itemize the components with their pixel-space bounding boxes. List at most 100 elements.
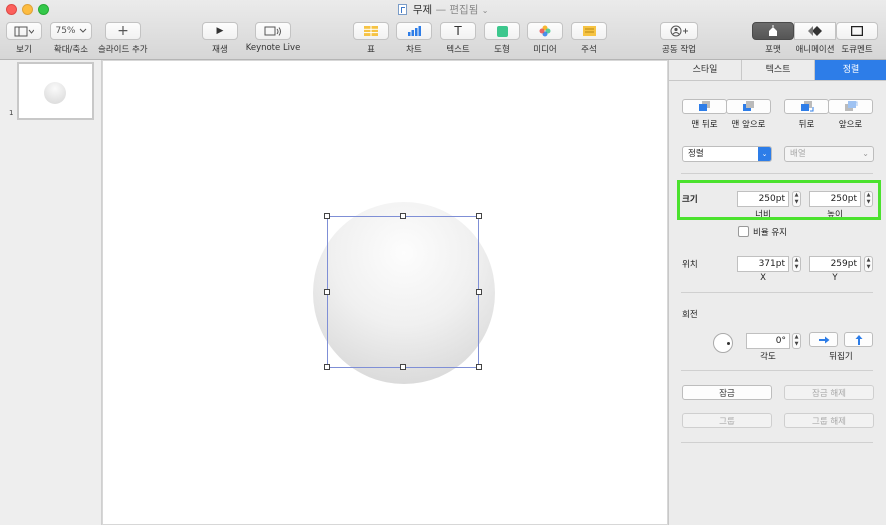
document-menu[interactable]: 도큐멘트 [836,22,878,55]
keynote-document-icon [397,4,407,15]
divider [681,173,873,174]
media-button[interactable] [527,22,563,40]
send-to-back-label: 맨 뒤로 [691,120,718,130]
thumbnail-sphere [44,82,66,104]
chevron-down-icon [79,28,86,33]
view-menu[interactable]: 보기 [6,22,42,55]
resize-handle-right[interactable] [476,289,482,295]
text-label: 텍스트 [446,45,470,55]
animate-icon [808,26,822,36]
resize-handle-bottom-right[interactable] [476,364,482,370]
bring-to-front-button[interactable] [726,99,771,114]
unlock-button[interactable]: 잠금 해제 [784,385,874,400]
ungroup-button[interactable]: 그룹 해제 [784,413,874,428]
resize-handle-left[interactable] [324,289,330,295]
comment-menu[interactable]: 주석 [571,22,607,55]
group-button[interactable]: 그룹 [682,413,772,428]
bring-forward-button[interactable] [828,99,873,114]
lock-button[interactable]: 잠금 [682,385,772,400]
y-position-stepper[interactable]: ▲ ▼ [864,256,873,272]
table-button[interactable] [353,22,389,40]
slide-thumbnail[interactable] [17,62,94,120]
constrain-proportions-checkbox[interactable] [738,226,749,237]
arrow-up-icon [855,335,863,345]
arrow-right-icon [819,336,830,344]
format-menu[interactable]: 포맷 [752,22,794,55]
chart-icon [408,26,421,36]
flip-label: 뒤집기 [829,352,853,362]
collaborate-menu[interactable]: 공동 작업 [660,22,698,55]
sidebar-layout-icon [14,26,34,36]
collaborate-button[interactable] [660,22,698,40]
document-button[interactable] [836,22,878,40]
zoom-popup[interactable]: 75% [50,22,92,40]
window-title[interactable]: 무제 — 편집됨 ⌄ [0,2,886,17]
divider [681,442,873,443]
format-button[interactable] [752,22,794,40]
play-menu[interactable]: ▶ 재생 [202,22,238,55]
format-label: 포맷 [765,45,781,55]
rotation-dial[interactable] [713,333,733,353]
flip-horizontal-button[interactable] [809,332,838,347]
media-menu[interactable]: 미디어 [527,22,563,55]
send-to-back-button[interactable] [682,99,727,114]
animate-label: 애니메이션 [795,45,835,55]
add-slide-label: 슬라이드 추가 [98,45,148,55]
text-button[interactable]: T [440,22,476,40]
x-position-field[interactable]: 371pt [737,256,789,272]
send-to-back-icon [699,101,710,111]
view-label: 보기 [16,45,32,55]
angle-field[interactable]: 0° [746,333,790,349]
x-label: X [760,273,766,283]
bring-forward-label: 앞으로 [838,120,863,130]
distribute-popup[interactable]: 배열 ⌄ [784,146,874,162]
view-button[interactable] [6,22,42,40]
text-icon: T [454,24,462,38]
chart-menu[interactable]: 차트 [396,22,432,55]
slide[interactable] [103,61,667,524]
angle-stepper[interactable]: ▲ ▼ [792,333,801,349]
slide-number: 1 [9,109,14,117]
bring-to-front-label: 맨 앞으로 [731,120,766,130]
shape-menu[interactable]: 도형 [484,22,520,55]
plus-icon: + [117,23,129,39]
resize-handle-top[interactable] [400,213,406,219]
x-position-stepper[interactable]: ▲ ▼ [792,256,801,272]
tab-style[interactable]: 스타일 [669,60,742,80]
stepper-down-icon: ▼ [866,264,871,270]
rotate-section-title: 회전 [682,310,698,320]
keynote-live-menu[interactable]: Keynote Live [245,22,301,53]
zoom-menu[interactable]: 75% 확대/축소 [50,22,92,55]
inspector-tabs: 스타일 텍스트 정렬 [669,60,886,81]
keynote-live-button[interactable] [255,22,291,40]
align-popup[interactable]: 정렬 ⌄ [682,146,772,162]
add-slide-button[interactable]: + [105,22,141,40]
flip-vertical-button[interactable] [844,332,873,347]
tab-arrange[interactable]: 정렬 [815,60,886,80]
tab-text[interactable]: 텍스트 [742,60,815,80]
send-backward-icon [800,101,813,112]
add-slide-menu[interactable]: + 슬라이드 추가 [98,22,148,55]
animate-button[interactable] [794,22,836,40]
comment-button[interactable] [571,22,607,40]
animate-menu[interactable]: 애니메이션 [794,22,836,55]
resize-handle-bottom[interactable] [400,364,406,370]
chart-button[interactable] [396,22,432,40]
resize-handle-bottom-left[interactable] [324,364,330,370]
align-popup-value: 정렬 [688,149,704,159]
shape-button[interactable] [484,22,520,40]
table-menu[interactable]: 표 [353,22,389,55]
distribute-popup-value: 배열 [790,149,806,159]
document-name: 무제 [412,4,433,16]
y-position-field[interactable]: 259pt [809,256,861,272]
send-backward-button[interactable] [784,99,829,114]
media-label: 미디어 [533,45,557,55]
shape-label: 도형 [494,45,510,55]
resize-handle-top-right[interactable] [476,213,482,219]
text-menu[interactable]: T 텍스트 [440,22,476,55]
toolbar: 무제 — 편집됨 ⌄ 보기 75% 확대/축소 + 슬라이드 추가 ▶ 재생 K… [0,0,886,60]
play-button[interactable]: ▶ [202,22,238,40]
document-label: 도큐멘트 [841,45,873,55]
resize-handle-top-left[interactable] [324,213,330,219]
stepper-down-icon: ▼ [794,341,799,347]
